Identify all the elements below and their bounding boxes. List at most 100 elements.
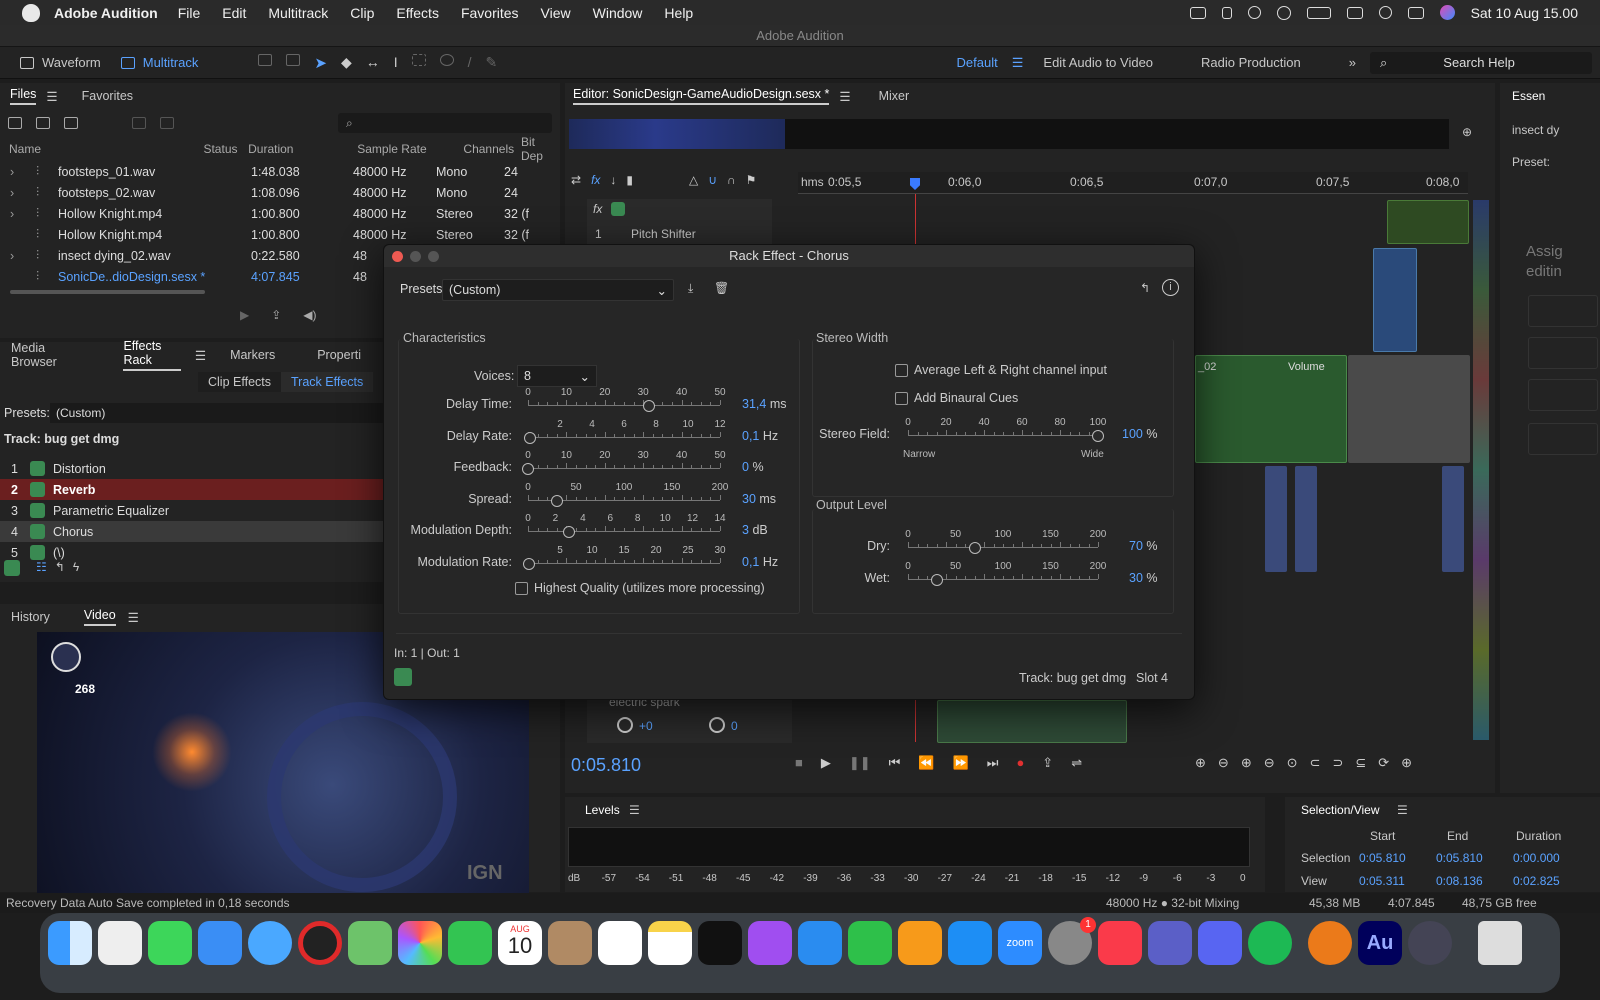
- slider-thumb[interactable]: [522, 558, 535, 570]
- slider-track[interactable]: [528, 468, 720, 470]
- col-channels[interactable]: Channels: [463, 142, 521, 156]
- search-help-input[interactable]: ⌕ Search Help: [1370, 51, 1592, 74]
- safari-icon[interactable]: [248, 921, 292, 965]
- zoom-fit-icon[interactable]: ⊕: [1401, 755, 1412, 771]
- assign-btn-1[interactable]: [1528, 295, 1598, 327]
- clip-volume-label[interactable]: Volume: [1288, 361, 1325, 373]
- tab-files[interactable]: Files: [10, 87, 37, 105]
- session-overview[interactable]: [569, 119, 1449, 149]
- teams-icon[interactable]: [1148, 921, 1192, 965]
- insert-icon[interactable]: [132, 117, 146, 129]
- tab-effects-rack[interactable]: Effects Rack: [123, 339, 181, 371]
- delete-preset-icon[interactable]: 🗑: [714, 281, 729, 295]
- metronome-icon[interactable]: △: [689, 173, 698, 187]
- clip-green-top[interactable]: [1387, 200, 1469, 244]
- mail-icon[interactable]: [198, 921, 242, 965]
- pause-icon[interactable]: ❚❚: [849, 755, 871, 771]
- clip-bottom-crossfade[interactable]: [937, 700, 1127, 743]
- rack-lightning-icon[interactable]: ϟ: [73, 560, 79, 576]
- files-filter-input[interactable]: ⌕: [338, 113, 552, 133]
- close-icon[interactable]: [392, 251, 403, 262]
- slider-value[interactable]: 3 dB: [742, 523, 768, 537]
- quicktime-icon[interactable]: [1408, 921, 1452, 965]
- volume-knob-icon[interactable]: [617, 717, 633, 733]
- menu-window[interactable]: Window: [593, 5, 643, 21]
- slider-thumb[interactable]: [550, 494, 563, 507]
- file-row[interactable]: › ⫶ footsteps_01.wav 1:48.038 48000 Hz M…: [0, 161, 560, 182]
- apple-icon[interactable]: [22, 3, 40, 22]
- rewind-icon[interactable]: ⏪: [918, 755, 934, 771]
- video-menu-icon[interactable]: ☰: [128, 610, 139, 625]
- rack-effect-slot[interactable]: 2 Reverb: [0, 479, 385, 500]
- slider-value[interactable]: 30 ms: [742, 492, 776, 506]
- highest-quality-checkbox[interactable]: Highest Quality (utilizes more processin…: [515, 581, 765, 596]
- fx-icon[interactable]: fx: [591, 173, 600, 187]
- clip-blue-1[interactable]: [1373, 248, 1417, 352]
- slider-thumb[interactable]: [563, 526, 576, 539]
- minimize-icon[interactable]: [410, 251, 421, 262]
- tab-media-browser[interactable]: Media Browser: [11, 341, 79, 369]
- slider-value[interactable]: 0,1 Hz: [742, 429, 778, 443]
- fast-forward-icon[interactable]: ⏩: [953, 755, 969, 771]
- workspace-overflow-icon[interactable]: »: [1349, 55, 1356, 70]
- zoom-selection-icon[interactable]: ⊃: [1332, 755, 1343, 771]
- clip-green-volume[interactable]: _02 Volume: [1195, 355, 1347, 463]
- eq-icon[interactable]: ▮: [626, 173, 633, 187]
- workspace-menu-icon[interactable]: ☰: [1012, 55, 1024, 71]
- pan-knob-icon[interactable]: [709, 717, 725, 733]
- slider-track[interactable]: [528, 405, 720, 406]
- menu-multitrack[interactable]: Multitrack: [268, 5, 328, 21]
- slot-power-icon[interactable]: [30, 482, 45, 497]
- clip-wave-3[interactable]: [1442, 466, 1464, 572]
- slider-thumb[interactable]: [523, 431, 536, 444]
- keynote-icon[interactable]: [798, 921, 842, 965]
- tab-mixer[interactable]: Mixer: [879, 89, 910, 103]
- play-icon[interactable]: ▶: [821, 755, 831, 771]
- col-duration[interactable]: Duration: [248, 142, 357, 156]
- tab-video[interactable]: Video: [83, 608, 116, 626]
- menu-favorites[interactable]: Favorites: [461, 5, 519, 21]
- menu-clip[interactable]: Clip: [350, 5, 374, 21]
- trash-dock-icon[interactable]: [1478, 921, 1522, 965]
- skip-icon[interactable]: ⇌: [1071, 755, 1082, 771]
- menu-help[interactable]: Help: [664, 5, 693, 21]
- calendar-icon[interactable]: AUG 10: [498, 921, 542, 965]
- essential-item[interactable]: insect dy: [1512, 123, 1559, 137]
- sv-selection-duration[interactable]: 0:00.000: [1513, 851, 1560, 865]
- moon-icon[interactable]: [1247, 6, 1261, 19]
- tab-editor[interactable]: Editor: SonicDesign-GameAudioDesign.sesx…: [573, 87, 830, 105]
- rack-effect-slot[interactable]: 4 Chorus: [0, 521, 385, 542]
- rack-presets-select[interactable]: (Custom): [50, 403, 385, 423]
- workspace-radio[interactable]: Radio Production: [1201, 55, 1301, 70]
- rack-power-icon[interactable]: [4, 560, 20, 576]
- assign-btn-3[interactable]: [1528, 379, 1598, 411]
- opera-icon[interactable]: [298, 921, 342, 965]
- menubar-clock[interactable]: Sat 10 Aug 15.00: [1471, 5, 1578, 21]
- zoom-icon[interactable]: [428, 251, 439, 262]
- spotify-icon[interactable]: [1248, 921, 1292, 965]
- lasso-icon[interactable]: [439, 53, 454, 66]
- slot-power-icon[interactable]: [30, 545, 45, 560]
- zoom-tracks-icon[interactable]: ⊆: [1355, 755, 1366, 771]
- preview-play-icon[interactable]: ▶: [240, 308, 249, 322]
- tab-markers[interactable]: Markers: [230, 348, 275, 362]
- spot-heal-icon[interactable]: ✎: [486, 54, 498, 72]
- zoom-full-icon[interactable]: ⊙: [1287, 755, 1298, 771]
- timeline-ruler[interactable]: hms 0:05,5 0:06,0 0:06,5 0:07,0 0:07,5 0…: [798, 172, 1468, 194]
- launchpad-icon[interactable]: [98, 921, 142, 965]
- clip-wave-2[interactable]: [1295, 466, 1317, 572]
- avg-lr-checkbox[interactable]: Average Left & Right channel input: [895, 363, 1107, 378]
- control-center-icon[interactable]: [1407, 6, 1424, 19]
- pan-value[interactable]: 0: [731, 719, 738, 733]
- voices-select[interactable]: 8 ⌄: [517, 365, 597, 387]
- pitch-display-icon[interactable]: [286, 53, 301, 66]
- blender-icon[interactable]: [1308, 921, 1352, 965]
- brush-icon[interactable]: /: [468, 54, 472, 72]
- files-scrollbar[interactable]: [10, 290, 205, 294]
- expand-icon[interactable]: ›: [10, 165, 36, 179]
- new-file-icon[interactable]: [64, 117, 78, 129]
- zoom-overview-icon[interactable]: ⊕: [1462, 125, 1472, 139]
- slider-track[interactable]: [528, 563, 720, 564]
- discord-icon[interactable]: [1198, 921, 1242, 965]
- slider-value[interactable]: 30 %: [1129, 571, 1158, 585]
